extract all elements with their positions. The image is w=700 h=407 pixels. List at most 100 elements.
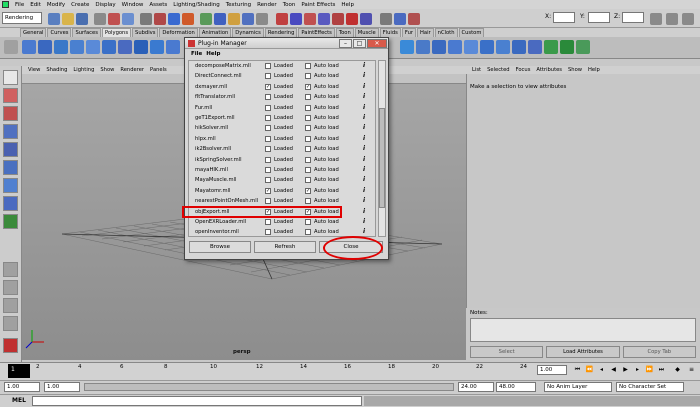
- shelf-tab-deformation[interactable]: Deformation: [159, 28, 198, 37]
- layer-editor-icon[interactable]: [408, 13, 420, 25]
- shelf-tab-fluids[interactable]: Fluids: [379, 28, 401, 37]
- loaded-checkbox[interactable]: [265, 219, 271, 225]
- play-backward-icon[interactable]: ◀: [608, 365, 619, 375]
- loaded-checkbox[interactable]: [265, 125, 271, 132]
- bevel-icon[interactable]: [512, 40, 526, 54]
- info-icon[interactable]: i: [363, 186, 365, 196]
- select-tool-icon[interactable]: [3, 70, 18, 85]
- shelf-tab-subdivs[interactable]: Subdivs: [132, 28, 159, 37]
- loaded-checkbox[interactable]: ✓: [265, 187, 271, 194]
- show-manipulator-icon[interactable]: [3, 214, 18, 229]
- menu-file[interactable]: File: [12, 2, 27, 8]
- new-scene-icon[interactable]: [48, 13, 60, 25]
- x-field[interactable]: [553, 12, 575, 23]
- loaded-checkbox[interactable]: [265, 198, 271, 205]
- panel-menu-renderer[interactable]: Renderer: [117, 67, 147, 73]
- dialog-menu-help[interactable]: Help: [206, 51, 220, 60]
- command-input[interactable]: [32, 396, 362, 406]
- snap-grid-icon[interactable]: [140, 13, 152, 25]
- poly-prism-icon[interactable]: [118, 40, 132, 54]
- info-icon[interactable]: i: [363, 82, 365, 92]
- shelf-tab-muscle[interactable]: Muscle: [354, 28, 379, 37]
- info-icon[interactable]: i: [363, 92, 365, 102]
- rotate-tool-icon[interactable]: [3, 142, 18, 157]
- info-icon[interactable]: i: [363, 155, 365, 165]
- shelf-tab-polygons[interactable]: Polygons: [101, 28, 132, 37]
- info-icon[interactable]: i: [363, 175, 365, 185]
- poly-cube-icon[interactable]: [38, 40, 52, 54]
- loaded-checkbox[interactable]: [265, 177, 271, 184]
- show-hide-channel-box-icon[interactable]: [650, 13, 662, 25]
- snap-surface-icon[interactable]: [182, 13, 194, 25]
- tool-settings-icon[interactable]: [380, 13, 392, 25]
- shelf-tab-animation[interactable]: Animation: [198, 28, 232, 37]
- input-line-icon[interactable]: [276, 13, 288, 25]
- save-scene-icon[interactable]: [76, 13, 88, 25]
- info-icon[interactable]: i: [363, 61, 365, 71]
- select-object-icon[interactable]: [108, 13, 120, 25]
- scrollbar-thumb[interactable]: [379, 108, 385, 208]
- autoload-checkbox[interactable]: [305, 219, 311, 225]
- layout-persp-outliner-icon[interactable]: [3, 316, 18, 331]
- animation-start-field[interactable]: 1.00: [4, 382, 40, 392]
- current-frame-marker[interactable]: 1: [8, 364, 30, 378]
- refresh-button[interactable]: Refresh: [254, 241, 316, 253]
- ipr-render-icon[interactable]: [242, 13, 254, 25]
- smooth-icon[interactable]: [400, 40, 414, 54]
- shelf-tab-dynamics[interactable]: Dynamics: [232, 28, 264, 37]
- channel-box-icon[interactable]: [394, 13, 406, 25]
- info-icon[interactable]: i: [363, 217, 365, 227]
- panel-menu-panels[interactable]: Panels: [147, 67, 170, 73]
- autoload-checkbox[interactable]: [305, 135, 311, 142]
- soft-modification-tool-icon[interactable]: [3, 196, 18, 211]
- info-icon[interactable]: i: [363, 144, 365, 154]
- step-forward-key-icon[interactable]: ⏩: [644, 365, 655, 375]
- loaded-checkbox[interactable]: [265, 167, 271, 173]
- ae-menu-focus[interactable]: Focus: [513, 67, 534, 73]
- menu-assets[interactable]: Assets: [146, 2, 170, 8]
- info-icon[interactable]: i: [363, 207, 365, 217]
- split-polygon-icon[interactable]: [464, 40, 478, 54]
- autoload-checkbox[interactable]: [305, 115, 311, 121]
- ae-select-button[interactable]: Select: [470, 346, 544, 358]
- go-to-end-icon[interactable]: ⏭: [656, 365, 667, 375]
- poly-plane-icon[interactable]: [86, 40, 100, 54]
- info-icon[interactable]: i: [363, 71, 365, 81]
- shelf-tab-curves[interactable]: Curves: [47, 28, 72, 37]
- menu-toon[interactable]: Toon: [280, 2, 299, 8]
- magnet-icon[interactable]: [346, 13, 358, 25]
- rename-icon[interactable]: [318, 13, 330, 25]
- character-set-dropdown[interactable]: No Character Set: [616, 382, 684, 392]
- go-to-start-icon[interactable]: ⏮: [572, 365, 583, 375]
- autoload-checkbox[interactable]: [305, 73, 311, 80]
- shelf-tab-hair[interactable]: Hair: [417, 28, 434, 37]
- browse-button[interactable]: Browse: [189, 241, 251, 253]
- menu-display[interactable]: Display: [92, 2, 118, 8]
- ae-menu-selected[interactable]: Selected: [484, 67, 513, 73]
- uv-planar-icon[interactable]: [544, 40, 558, 54]
- scale-tool-icon[interactable]: [3, 160, 18, 175]
- insert-edge-loop-icon[interactable]: [480, 40, 494, 54]
- render-frame-icon[interactable]: [228, 13, 240, 25]
- bridge-icon[interactable]: [432, 40, 446, 54]
- loaded-checkbox[interactable]: [265, 73, 271, 80]
- history-icon[interactable]: [200, 13, 212, 25]
- menu-texturing[interactable]: Texturing: [223, 2, 254, 8]
- menu-edit[interactable]: Edit: [27, 2, 44, 8]
- offset-edge-loop-icon[interactable]: [496, 40, 510, 54]
- lasso-tool-icon[interactable]: [3, 88, 18, 103]
- loaded-checkbox[interactable]: [265, 94, 271, 101]
- close-window-button[interactable]: ✕: [367, 39, 387, 48]
- info-icon[interactable]: i: [363, 134, 365, 144]
- relative-transform-icon[interactable]: [304, 13, 316, 25]
- step-back-key-icon[interactable]: ⏪: [584, 365, 595, 375]
- shelf-tab-paint-effects[interactable]: PaintEffects: [298, 28, 335, 37]
- autoload-checkbox[interactable]: [305, 229, 311, 236]
- play-forward-icon[interactable]: ▶: [620, 365, 631, 375]
- ae-menu-list[interactable]: List: [469, 67, 484, 73]
- loaded-checkbox[interactable]: [265, 63, 271, 69]
- poly-torus-icon[interactable]: [102, 40, 116, 54]
- autoload-checkbox[interactable]: [305, 125, 311, 132]
- key-icon[interactable]: ◆: [672, 365, 683, 375]
- extrude-icon[interactable]: [416, 40, 430, 54]
